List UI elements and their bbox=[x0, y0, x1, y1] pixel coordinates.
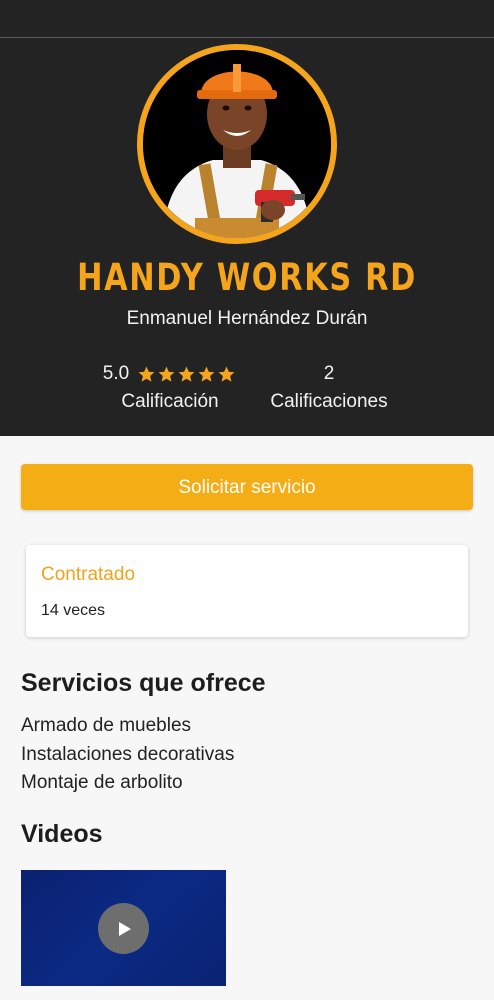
avatar-ring bbox=[137, 44, 337, 244]
star-icon bbox=[158, 366, 175, 382]
rating-label: Calificación bbox=[121, 391, 219, 412]
services-title: Servicios que ofrece bbox=[21, 669, 266, 697]
request-service-button[interactable]: Solicitar servicio bbox=[21, 464, 473, 510]
ratings-count: 2 Calificaciones bbox=[256, 361, 402, 413]
play-button[interactable] bbox=[98, 903, 149, 954]
service-item: Armado de muebles bbox=[21, 715, 192, 736]
top-app-bar bbox=[0, 0, 494, 38]
star-icon bbox=[178, 366, 195, 382]
owner-name: Enmanuel Hernández Durán bbox=[126, 308, 368, 329]
hired-title: Contratado bbox=[41, 564, 136, 585]
rating-score: 5.0 bbox=[102, 363, 130, 384]
profile-header: HANDY WORKS RD Enmanuel Hernández Durán … bbox=[0, 38, 494, 436]
rating-summary: 5.0 Calificación bbox=[96, 361, 244, 413]
business-name: HANDY WORKS RD bbox=[77, 256, 417, 299]
star-icon bbox=[198, 366, 215, 382]
hired-count: 14 veces bbox=[41, 602, 106, 619]
ratings-count-value: 2 bbox=[323, 363, 335, 384]
services-list: Armado de muebles Instalaciones decorati… bbox=[21, 712, 234, 798]
ratings-count-label: Calificaciones bbox=[270, 391, 388, 412]
video-thumbnail[interactable] bbox=[21, 870, 226, 986]
play-icon bbox=[118, 921, 131, 936]
hired-card: Contratado 14 veces bbox=[26, 545, 468, 637]
service-item: Montaje de arbolito bbox=[21, 772, 183, 793]
star-icon bbox=[138, 366, 155, 382]
worker-photo-icon bbox=[143, 50, 331, 238]
service-item: Instalaciones decorativas bbox=[21, 743, 235, 765]
rating-stars bbox=[137, 365, 237, 384]
avatar bbox=[143, 50, 331, 238]
videos-title: Videos bbox=[21, 820, 103, 848]
star-icon bbox=[218, 366, 235, 382]
